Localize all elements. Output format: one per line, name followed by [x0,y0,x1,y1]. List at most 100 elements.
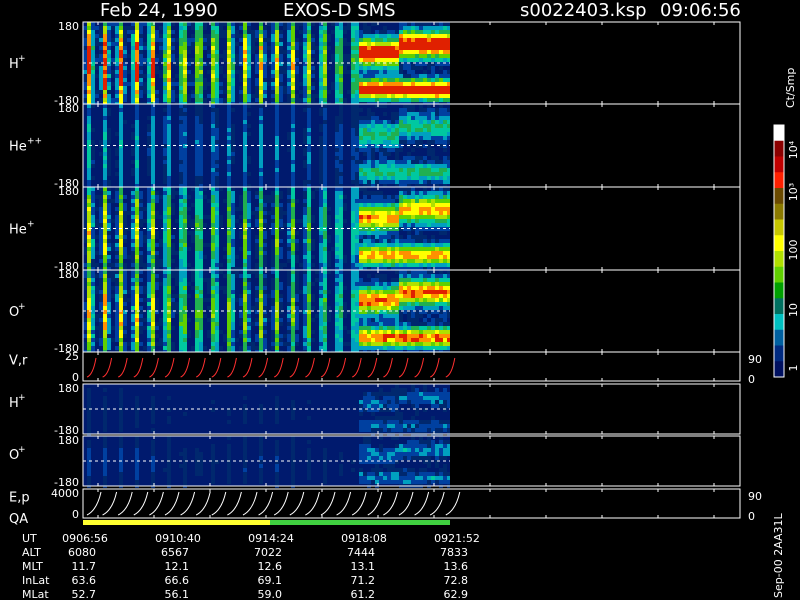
spectrogram-cell [351,235,355,239]
spectrogram-cell [403,263,407,267]
spectrogram-cell [371,94,375,98]
spectrogram-cell [183,120,187,124]
spectrogram-cell [419,128,423,132]
spectrogram-cell [231,318,235,322]
spectrogram-cell [303,270,307,274]
spectrogram-cell [179,176,183,180]
spectrogram-cell [239,215,243,219]
spectrogram-cell [179,207,183,211]
spectrogram-cell [171,58,175,62]
spectrogram-cell [339,172,343,176]
spectrogram-cell [275,270,279,274]
spectrogram-cell [211,38,215,42]
spectrogram-cell [111,338,115,342]
spectrogram-cell [395,70,399,74]
spectrogram-cell [319,239,323,243]
spectrogram-cell [103,298,107,302]
spectrogram-cell [395,215,399,219]
spectrogram-cell [99,318,103,322]
spectrogram-cell [443,255,447,259]
spectrogram-cell [243,211,247,215]
spectrogram-cell [411,247,415,251]
spectrogram-cell [351,148,355,152]
spectrogram-cell [339,215,343,219]
spectrogram-cell [247,298,251,302]
spectrogram-cell [91,318,95,322]
spectrogram-cell [99,235,103,239]
spectrogram-cell [339,251,343,255]
spectrogram-cell [227,270,231,274]
spectrogram-cell [171,346,175,350]
spectrogram-cell [131,286,135,290]
spectrogram-cell [243,290,247,294]
spectrogram-cell [195,278,199,282]
spectrogram-cell [439,22,443,26]
spectrogram-cell [287,70,291,74]
spectrogram-cell [91,251,95,255]
spectrogram-cell [115,259,119,263]
spectrogram-cell [123,346,127,350]
spectrogram-cell [351,98,355,102]
spectrogram-cell [175,278,179,282]
spectrogram-cell [99,30,103,34]
spectrogram-cell [183,104,187,108]
spectrogram-cell [427,160,431,164]
spectrogram-cell [291,306,295,310]
spectrogram-cell [323,78,327,82]
spectrogram-cell [119,90,123,94]
spectrogram-cell [443,195,447,199]
spectrogram-cell [135,26,139,30]
spectrogram-cell [91,82,95,86]
spectrogram-cell [275,86,279,90]
spectrogram-cell [379,180,383,184]
spectrogram-cell [199,298,203,302]
spectrogram-cell [291,128,295,132]
spectrogram-cell [163,90,167,94]
spectrogram-cell [387,203,391,207]
spectrogram-cell [167,259,171,263]
spectrogram-cell [271,314,275,318]
spectrogram-cell [335,120,339,124]
spectrogram-cell [223,34,227,38]
spectrogram-cell [307,259,311,263]
spectrogram-cell [371,180,375,184]
spectrogram-cell [191,90,195,94]
spectrogram-cell [383,58,387,62]
spectrogram-cell [323,255,327,259]
spectrogram-cell [223,199,227,203]
spectrogram-cell [83,26,87,30]
spectrogram-cell [243,34,247,38]
spectrogram-cell [411,235,415,239]
spectrogram-cell [323,263,327,267]
spectrogram-cell [339,263,343,267]
spectrogram-cell [231,306,235,310]
spectrogram-cell [227,187,231,191]
spectrogram-cell [259,278,263,282]
spectrogram-cell [87,104,91,108]
spectrogram-cell [255,255,259,259]
spectrogram-cell [259,42,263,46]
spectrogram-cell [323,251,327,255]
spectrogram-cell [423,164,427,168]
spectrogram-cell [255,263,259,267]
spectrogram-cell [443,223,447,227]
spectrogram-cell [291,22,295,26]
spectrogram-cell [211,58,215,62]
spectrogram-cell [183,34,187,38]
spectrogram-cell [243,132,247,136]
spectrogram-cell [195,294,199,298]
spectrogram-cell [167,231,171,235]
spectrogram-cell [211,82,215,86]
spectrogram-cell [423,74,427,78]
spectrogram-cell [211,318,215,322]
spectrogram-cell [199,286,203,290]
spectrogram-cell [227,239,231,243]
spectrogram-cell [103,274,107,278]
spectrogram-cell [179,239,183,243]
spectrogram-cell [199,104,203,108]
spectrogram-cell [307,187,311,191]
spectrogram-cell [307,239,311,243]
spectrogram-cell [379,66,383,70]
spectrogram-cell [147,187,151,191]
spectrogram-cell [179,34,183,38]
